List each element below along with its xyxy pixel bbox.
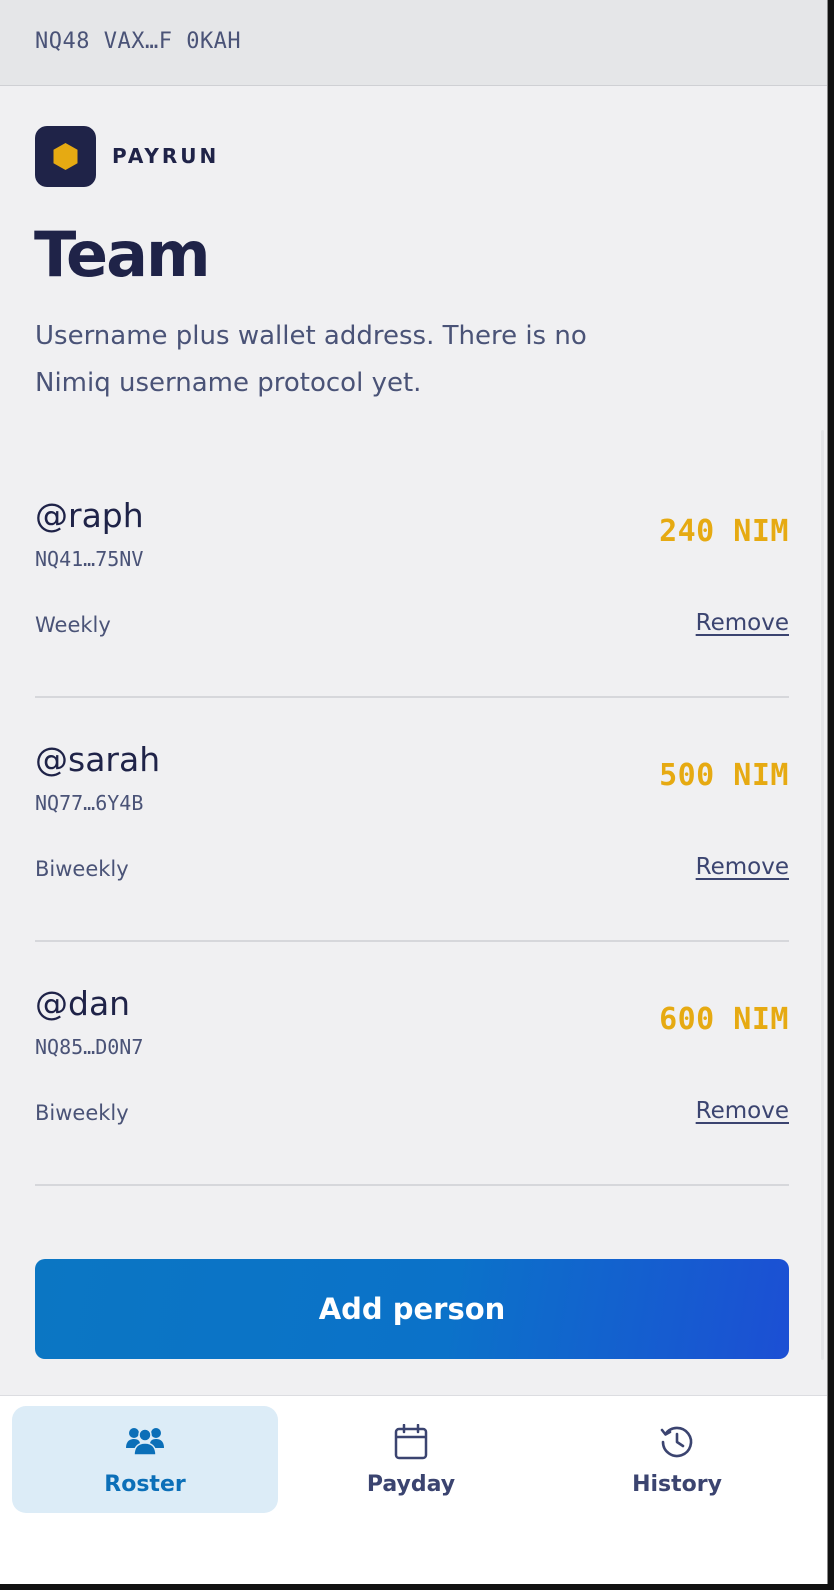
member-wallet: NQ85…D0N7 bbox=[35, 1035, 144, 1059]
member-row: @dan NQ85…D0N7 600 NIM Biweekly Remove bbox=[35, 984, 789, 1227]
wallet-address: NQ48 VAX…F 0KAH bbox=[35, 29, 242, 54]
member-username: @dan bbox=[35, 984, 131, 1023]
tab-roster[interactable]: Roster bbox=[12, 1406, 278, 1513]
tab-label: Roster bbox=[104, 1472, 186, 1497]
divider bbox=[35, 696, 789, 698]
add-person-button[interactable]: Add person bbox=[35, 1259, 789, 1359]
member-wallet: NQ41…75NV bbox=[35, 547, 144, 571]
member-row: @sarah NQ77…6Y4B 500 NIM Biweekly Remove bbox=[35, 740, 789, 983]
page-title: Team bbox=[34, 218, 211, 291]
bottom-tab-bar: Roster Payday History bbox=[0, 1395, 827, 1584]
calendar-icon bbox=[394, 1424, 428, 1460]
member-amount: 600 NIM bbox=[659, 1002, 789, 1037]
tab-payday[interactable]: Payday bbox=[278, 1406, 544, 1513]
remove-member-button[interactable]: Remove bbox=[696, 1098, 789, 1124]
divider bbox=[35, 1184, 789, 1186]
divider bbox=[35, 940, 789, 942]
history-icon bbox=[660, 1426, 693, 1458]
page-description: Username plus wallet address. There is n… bbox=[35, 321, 587, 398]
member-frequency: Biweekly bbox=[35, 857, 129, 881]
member-amount: 500 NIM bbox=[659, 758, 789, 793]
hexagon-icon bbox=[53, 143, 78, 170]
tab-label: Payday bbox=[366, 1472, 456, 1497]
tab-label: History bbox=[632, 1472, 722, 1497]
tab-history[interactable]: History bbox=[544, 1406, 810, 1513]
users-icon bbox=[126, 1428, 164, 1456]
member-username: @sarah bbox=[35, 740, 161, 779]
remove-member-button[interactable]: Remove bbox=[696, 854, 789, 880]
member-row: @raph NQ41…75NV 240 NIM Weekly Remove bbox=[35, 496, 789, 739]
member-frequency: Biweekly bbox=[35, 1101, 129, 1125]
brand-name: PAYRUN bbox=[112, 144, 220, 168]
member-wallet: NQ77…6Y4B bbox=[35, 791, 144, 815]
wallet-address-bar: NQ48 VAX…F 0KAH bbox=[0, 0, 827, 86]
member-username: @raph bbox=[35, 496, 144, 535]
scrollbar[interactable] bbox=[821, 430, 824, 1360]
app-screen: NQ48 VAX…F 0KAH PAYRUN Team Username plu… bbox=[0, 0, 828, 1584]
remove-member-button[interactable]: Remove bbox=[696, 610, 789, 636]
member-frequency: Weekly bbox=[35, 613, 111, 637]
app-logo bbox=[35, 126, 96, 187]
member-amount: 240 NIM bbox=[659, 514, 789, 549]
